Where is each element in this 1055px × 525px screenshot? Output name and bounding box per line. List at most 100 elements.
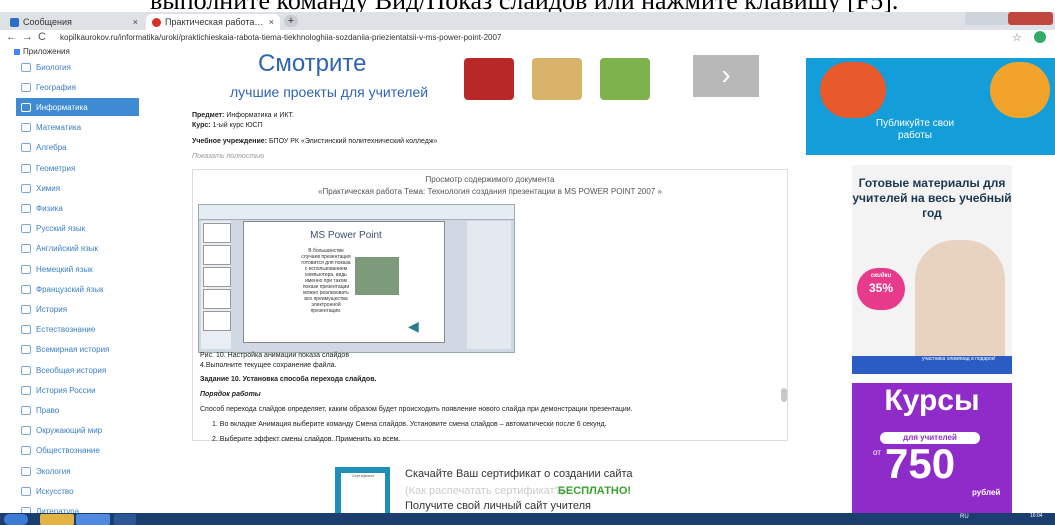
- subject-icon: [21, 163, 31, 173]
- word-taskbar-icon[interactable]: [114, 514, 136, 525]
- tab-practical-work[interactable]: Практическая работа Тема: Тех ×: [146, 14, 280, 30]
- back-button[interactable]: ←: [6, 31, 17, 43]
- sidebar-item[interactable]: Естествознание: [16, 321, 139, 339]
- sidebar-item-label: Естествознание: [36, 325, 96, 335]
- forward-button[interactable]: →: [22, 31, 33, 43]
- price-value: 750: [885, 440, 956, 487]
- sidebar-item[interactable]: Окружающий мир: [16, 422, 139, 440]
- sidebar-item[interactable]: Французский язык: [16, 280, 139, 298]
- subject-icon: [21, 405, 31, 415]
- sidebar-item[interactable]: Право: [16, 401, 139, 419]
- school-label: Учебное учреждение:: [192, 138, 267, 145]
- courses-title[interactable]: Курсы: [852, 384, 1012, 418]
- language-indicator[interactable]: RU: [960, 514, 969, 520]
- course-label: Курс:: [192, 122, 211, 129]
- preview-line: 4.Выполните текущее сохранение файла.: [200, 362, 337, 369]
- chrome-taskbar-icon[interactable]: [76, 514, 110, 525]
- sidebar-item[interactable]: История: [16, 300, 139, 318]
- subject-icon: [21, 446, 31, 456]
- carousel-next-button[interactable]: ›: [693, 55, 759, 97]
- arrow-left-icon: ◀: [408, 318, 419, 334]
- site-favicon-icon: [152, 17, 161, 27]
- sidebar-item-label: Немецкий язык: [36, 264, 93, 274]
- sidebar-item[interactable]: Алгебра: [16, 139, 139, 157]
- bookmark-star-icon[interactable]: ☆: [1012, 31, 1022, 44]
- preview-title: Просмотр содержимого документа: [425, 175, 555, 184]
- start-button[interactable]: [4, 514, 28, 525]
- product-image[interactable]: [600, 58, 650, 100]
- document-fragment: выполните команду Вид/Показ слайдов или …: [0, 0, 1055, 12]
- promo-title[interactable]: Смотрите: [258, 50, 366, 78]
- discount-word: скидки: [870, 273, 892, 279]
- sidebar-item[interactable]: Физика: [16, 199, 139, 217]
- sidebar-item[interactable]: Экология: [16, 462, 139, 480]
- sidebar-item[interactable]: Биология: [16, 58, 139, 76]
- sidebar-item-label: Окружающий мир: [36, 426, 103, 436]
- tab-bar: Сообщения × Практическая работа Тема: Те…: [0, 12, 1055, 30]
- subject-icon: [21, 62, 31, 72]
- reload-button[interactable]: C: [38, 31, 46, 43]
- tab-messages[interactable]: Сообщения ×: [4, 14, 144, 30]
- sidebar-item-label: Английский язык: [36, 244, 99, 254]
- sidebar-item[interactable]: Английский язык: [16, 240, 139, 258]
- bookmark-apps-label: Приложения: [23, 47, 70, 56]
- sidebar-item[interactable]: География: [16, 78, 139, 96]
- sidebar-item[interactable]: Математика: [16, 119, 139, 137]
- certificate-print-link[interactable]: (Как распечатать сертификат?): [405, 485, 564, 497]
- product-image[interactable]: [532, 58, 582, 100]
- sidebar-item[interactable]: Искусство: [16, 482, 139, 500]
- sidebar-item-label: Всеобщая история: [36, 365, 107, 375]
- publish-ad-text[interactable]: Публикуйте свои работы: [860, 118, 970, 142]
- sidebar-item-label: Информатика: [36, 102, 88, 112]
- subject-icon: [21, 123, 31, 133]
- subject-icon: [21, 284, 31, 294]
- preview-line: Порядок работы: [200, 391, 261, 398]
- ad-decoration: [820, 62, 886, 118]
- preview-scrollbar[interactable]: [781, 388, 787, 402]
- ad-person-image: [915, 240, 1005, 370]
- sidebar-item[interactable]: Химия: [16, 179, 139, 197]
- sidebar-item-label: Геометрия: [36, 163, 76, 173]
- discount-badge: скидки 35%: [857, 268, 905, 310]
- taskbar: [0, 513, 1055, 525]
- subject-icon: [21, 304, 31, 314]
- bookmark-apps[interactable]: Приложения: [14, 47, 70, 56]
- sidebar-item[interactable]: Геометрия: [16, 159, 139, 177]
- close-icon[interactable]: ×: [133, 17, 138, 27]
- ad-decoration: [990, 62, 1050, 118]
- show-all-link[interactable]: Показать полностью: [192, 153, 264, 160]
- ready-materials-title[interactable]: Готовые материалы для учителей на весь у…: [852, 176, 1012, 221]
- sidebar-item-label: Русский язык: [36, 224, 86, 234]
- close-icon[interactable]: ×: [269, 17, 274, 27]
- sidebar-item[interactable]: История России: [16, 381, 139, 399]
- certificate-sub[interactable]: Получите свой личный сайт учителя: [405, 500, 591, 512]
- window-controls[interactable]: [965, 12, 1008, 25]
- sidebar-item[interactable]: Русский язык: [16, 220, 139, 238]
- subject-icon: [21, 325, 31, 335]
- profile-avatar[interactable]: [1034, 31, 1046, 43]
- tab-label: Сообщения: [23, 17, 72, 27]
- sidebar-item[interactable]: Обществознание: [16, 442, 139, 460]
- certificate-headline[interactable]: Скачайте Ваш сертификат о создании сайта: [405, 468, 633, 480]
- promo-subtitle[interactable]: лучшие проекты для учителей: [230, 84, 428, 100]
- price-currency: рублей: [972, 488, 1001, 497]
- preview-line: Рис. 10. Настройка анимации показа слайд…: [200, 352, 350, 359]
- product-image[interactable]: [464, 58, 514, 100]
- sidebar-item[interactable]: Всеобщая история: [16, 361, 139, 379]
- sidebar-item[interactable]: Всемирная история: [16, 341, 139, 359]
- explorer-taskbar-icon[interactable]: [40, 514, 74, 525]
- new-tab-button[interactable]: +: [284, 15, 298, 27]
- subject-icon: [21, 102, 31, 112]
- clock[interactable]: 16:04: [1030, 513, 1043, 519]
- sidebar-item-label: Физика: [36, 203, 63, 213]
- slide-photo: [355, 257, 399, 295]
- url-field[interactable]: kopilkaurokov.ru/informatika/uroki/prakt…: [60, 32, 960, 44]
- window-close-button[interactable]: [1008, 12, 1053, 25]
- subject-icon: [21, 244, 31, 254]
- slide-thumbnails: [201, 221, 231, 349]
- sidebar-item-label: История: [36, 304, 68, 314]
- sidebar-item[interactable]: Информатика: [16, 98, 139, 117]
- subject-line: Предмет: Информатика и ИКТ.: [192, 112, 294, 119]
- sidebar-item[interactable]: Немецкий язык: [16, 260, 139, 278]
- sidebar-item-label: Обществознание: [36, 446, 100, 456]
